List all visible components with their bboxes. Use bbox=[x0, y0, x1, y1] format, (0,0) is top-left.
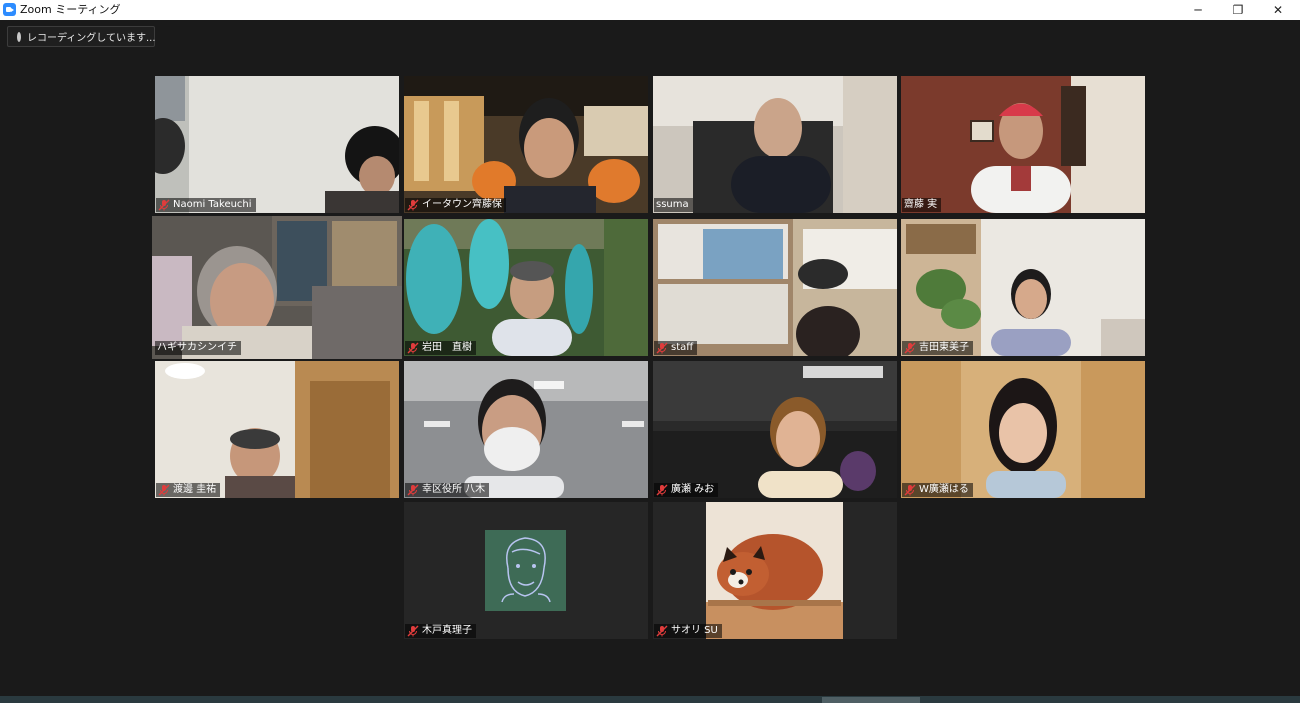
video-tile-12[interactable]: W廣瀬はる bbox=[901, 361, 1145, 498]
mic-muted-icon bbox=[158, 199, 170, 211]
video-tile-7[interactable]: staff bbox=[653, 219, 897, 356]
video-tile-9[interactable]: 渡邊 圭祐 bbox=[155, 361, 399, 498]
participant-name-tag: staff bbox=[654, 341, 698, 355]
video-tile-5-active-speaker[interactable]: ハギサカシンイチ bbox=[152, 216, 402, 359]
participant-name: ssuma bbox=[656, 199, 689, 210]
participant-name: 木戸真理子 bbox=[422, 625, 472, 636]
video-tile-2[interactable]: イータウン齊藤保 bbox=[404, 76, 648, 213]
participant-name: W廣瀬はる bbox=[919, 484, 969, 495]
window-title: Zoom ミーティング bbox=[20, 3, 121, 16]
mic-muted-icon bbox=[904, 342, 916, 354]
mic-muted-icon bbox=[407, 484, 419, 496]
video-feed bbox=[901, 361, 1145, 498]
participant-name-tag: イータウン齊藤保 bbox=[405, 198, 506, 212]
mic-muted-icon bbox=[656, 342, 668, 354]
video-feed bbox=[155, 361, 399, 498]
participant-name: 幸区役所 八木 bbox=[422, 484, 486, 495]
participant-name-tag: 廣瀬 みお bbox=[654, 483, 719, 497]
video-tile-11[interactable]: 廣瀬 みお bbox=[653, 361, 897, 498]
video-feed bbox=[653, 76, 897, 213]
participant-name: 吉田東美子 bbox=[919, 342, 969, 353]
participant-name-tag: 齋藤 実 bbox=[902, 198, 942, 212]
video-feed bbox=[901, 76, 1145, 213]
participant-name-tag: 幸区役所 八木 bbox=[405, 483, 490, 497]
participant-name-tag: 岩田 直樹 bbox=[405, 341, 476, 355]
mic-muted-icon bbox=[656, 625, 668, 637]
video-tile-8[interactable]: 吉田東美子 bbox=[901, 219, 1145, 356]
mic-muted-icon bbox=[904, 484, 916, 496]
restore-button[interactable]: ❐ bbox=[1218, 0, 1258, 20]
participant-name: 渡邊 圭祐 bbox=[173, 484, 217, 495]
participant-name: 齋藤 実 bbox=[904, 199, 938, 210]
participant-name-tag: 吉田東美子 bbox=[902, 341, 973, 355]
video-feed bbox=[404, 361, 648, 498]
video-tile-4[interactable]: 齋藤 実 bbox=[901, 76, 1145, 213]
video-tile-6[interactable]: 岩田 直樹 bbox=[404, 219, 648, 356]
window-titlebar: Zoom ミーティング ─ ❐ ✕ bbox=[0, 0, 1300, 21]
video-feed bbox=[901, 219, 1145, 356]
zoom-app-icon bbox=[3, 3, 16, 16]
mic-muted-icon bbox=[407, 342, 419, 354]
mic-muted-icon bbox=[656, 484, 668, 496]
video-feed bbox=[155, 76, 399, 213]
recording-indicator[interactable]: レコーディングしています... bbox=[7, 26, 156, 47]
recording-label: レコーディングしています... bbox=[27, 33, 156, 44]
profile-picture bbox=[653, 502, 897, 639]
participant-name-tag: W廣瀬はる bbox=[902, 483, 973, 497]
close-button[interactable]: ✕ bbox=[1258, 0, 1298, 20]
minimize-button[interactable]: ─ bbox=[1178, 0, 1218, 20]
participant-name-tag: ハギサカシンイチ bbox=[155, 341, 241, 355]
participant-name: 岩田 直樹 bbox=[422, 342, 472, 353]
video-tile-10[interactable]: 幸区役所 八木 bbox=[404, 361, 648, 498]
participant-name-tag: 木戸真理子 bbox=[405, 624, 476, 638]
bottom-toolbar-edge bbox=[0, 696, 1300, 703]
video-feed bbox=[653, 219, 897, 356]
video-feed bbox=[653, 361, 897, 498]
participant-name: イータウン齊藤保 bbox=[422, 199, 502, 210]
participant-name: 廣瀬 みお bbox=[671, 484, 715, 495]
video-tile-1[interactable]: Naomi Takeuchi bbox=[155, 76, 399, 213]
mic-muted-icon bbox=[158, 484, 170, 496]
participant-name-tag: Naomi Takeuchi bbox=[156, 198, 256, 212]
participant-name-tag: ssuma bbox=[654, 198, 693, 212]
profile-picture bbox=[404, 502, 648, 639]
participant-name: サオリ SU bbox=[671, 625, 718, 636]
video-tile-14[interactable]: サオリ SU bbox=[653, 502, 897, 639]
participant-name-tag: サオリ SU bbox=[654, 624, 722, 638]
video-tile-3[interactable]: ssuma bbox=[653, 76, 897, 213]
video-feed bbox=[152, 216, 402, 359]
video-feed bbox=[404, 76, 648, 213]
video-feed bbox=[404, 219, 648, 356]
gallery-scrollbar-thumb[interactable] bbox=[822, 697, 920, 703]
video-tile-13[interactable]: 木戸真理子 bbox=[404, 502, 648, 639]
mic-muted-icon bbox=[407, 625, 419, 637]
recording-dot-icon bbox=[17, 31, 21, 42]
participant-name: ハギサカシンイチ bbox=[157, 342, 237, 353]
participant-name: staff bbox=[671, 342, 694, 353]
participant-name-tag: 渡邊 圭祐 bbox=[156, 483, 221, 497]
mic-muted-icon bbox=[407, 199, 419, 211]
participant-name: Naomi Takeuchi bbox=[173, 199, 252, 210]
